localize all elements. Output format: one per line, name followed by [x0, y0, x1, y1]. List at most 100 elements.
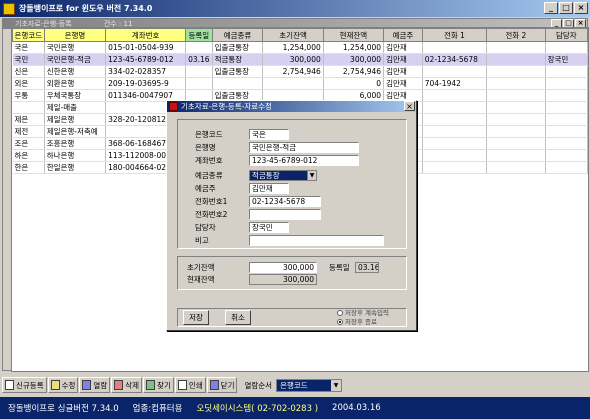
radio-exit-dot [337, 319, 343, 325]
table-cell: 300,000 [323, 53, 385, 66]
edit-dialog: 기초자료-은행-등록-자료수정 × 은행코드 국은 은행명 국민은행-적금 계좌… [166, 100, 417, 331]
table-cell: 209-19-03695-9 [105, 77, 187, 90]
table-cell: 300,000 [262, 53, 324, 66]
chevron-down-icon[interactable]: ▼ [331, 379, 342, 391]
column-header[interactable]: 전화 1 [421, 28, 488, 42]
delete-button[interactable]: 삭제 [111, 377, 143, 393]
table-cell: 2,754,946 [262, 65, 324, 78]
initial-balance-input[interactable]: 300,000 [249, 262, 317, 273]
table-cell: 하은 [12, 149, 45, 162]
table-cell: 입출금통장 [212, 41, 264, 54]
table-cell [486, 41, 546, 54]
table-cell [422, 101, 488, 114]
table-cell [12, 101, 45, 114]
account-number-input[interactable]: 123-45-6789-012 [249, 155, 359, 166]
radio-continue[interactable]: 저장후 계속입력 [337, 309, 389, 317]
label-phone1: 전화번호1 [195, 197, 228, 206]
window-controls: _ □ × [544, 2, 588, 14]
deposit-type-select[interactable]: 적금통장 ▼ [249, 170, 317, 181]
radio-exit[interactable]: 저장후 종료 [337, 318, 377, 326]
table-cell [486, 125, 546, 138]
door-icon [209, 380, 219, 390]
table-cell [185, 65, 213, 78]
table-cell [212, 77, 264, 90]
table-cell [422, 65, 488, 78]
manager-input[interactable]: 장국민 [249, 222, 289, 233]
sort-order-select[interactable]: 은행코드 ▼ [276, 378, 343, 392]
column-header[interactable]: 예금종류 [211, 28, 264, 42]
bank-code-input[interactable]: 국은 [249, 129, 289, 140]
table-cell [486, 101, 546, 114]
table-cell: 외환은행 [44, 77, 107, 90]
table-cell: 334-02-028357 [105, 65, 187, 78]
phone2-input[interactable] [249, 209, 321, 220]
column-header[interactable]: 초기잔액 [262, 28, 324, 42]
close-window-button-label: 닫기 [220, 380, 235, 390]
find-button[interactable]: 찾기 [143, 377, 174, 393]
table-cell: 1,254,000 [262, 41, 324, 54]
memo-input[interactable] [249, 235, 384, 246]
label-account-number: 계좌번호 [195, 156, 223, 165]
table-cell: 0 [323, 77, 385, 90]
table-row[interactable]: 국민 국민은행-적금 123-45-6789-012 03.16 적금통장 300,000… [12, 53, 588, 66]
table-cell [545, 125, 588, 138]
table-cell [486, 113, 546, 126]
table-cell [422, 161, 488, 174]
table-cell: 조은 [12, 137, 45, 150]
phone1-input[interactable]: 02-1234-5678 [249, 196, 321, 207]
table-cell [545, 77, 588, 90]
status-edition: 장돌뱅이프로 싱글버전 7.34.0 [8, 404, 119, 414]
column-header[interactable]: 예금주 [383, 28, 423, 42]
current-balance-field: 300,000 [249, 274, 317, 285]
table-cell [545, 101, 588, 114]
search-icon [146, 380, 156, 390]
column-header[interactable]: 등록일 [185, 28, 213, 42]
close-window-button[interactable]: 닫기 [206, 377, 238, 393]
close-button[interactable]: × [574, 2, 588, 14]
label-owner: 예금주 [195, 184, 216, 193]
table-cell [422, 137, 488, 150]
table-cell: 02-1234-5678 [422, 53, 488, 66]
label-register-date: 등록일 [329, 263, 350, 272]
status-company: 오딧세이시스템( 02-702-0283 ) [196, 404, 319, 414]
save-button[interactable]: 저장 [183, 310, 209, 325]
table-cell [422, 125, 488, 138]
minimize-button[interactable]: _ [544, 2, 558, 14]
sort-order-value: 은행코드 [280, 380, 308, 390]
column-header[interactable]: 담당자 [544, 28, 588, 42]
view-button[interactable]: 열람 [79, 377, 111, 393]
cancel-button[interactable]: 취소 [225, 310, 251, 325]
table-cell: 김만재 [383, 41, 423, 54]
edit-icon [50, 380, 60, 390]
table-cell: 국민은행 [44, 41, 107, 54]
maximize-button[interactable]: □ [559, 2, 573, 14]
table-cell [185, 77, 213, 90]
column-header[interactable]: 은행명 [43, 28, 107, 42]
owner-input[interactable]: 김만재 [249, 183, 289, 194]
new-button[interactable]: 신규등록 [2, 377, 47, 393]
dialog-close-button[interactable]: × [404, 101, 415, 111]
bank-name-input[interactable]: 국민은행-적금 [249, 142, 359, 153]
printer-icon [177, 380, 187, 390]
delete-button-label: 삭제 [125, 380, 140, 390]
table-cell [486, 149, 546, 162]
chevron-down-icon[interactable]: ▼ [307, 171, 316, 180]
status-bar: 장돌뱅이프로 싱글버전 7.34.0 업종:컴퓨터용 오딧세이시스템( 02-7… [0, 397, 590, 419]
edit-button[interactable]: 수정 [47, 377, 79, 393]
register-date-field: 03.16 [355, 262, 379, 273]
table-cell: 신한은행 [44, 65, 107, 78]
table-cell: 03.16 [185, 53, 213, 66]
table-header-row: 은행코드 은행명 계좌번호 등록일 예금종류 초기잔액 현재잔액 예금주 전화 1 전화 2 담당자 [12, 28, 588, 42]
table-row[interactable]: 신은 신한은행 334-02-028357 입출금통장 2,754,946 2,754,9… [12, 65, 588, 78]
table-row[interactable]: 국은 국민은행 015-01-0504-939 입출금통장 1,254,000 1,254… [12, 41, 588, 54]
column-header[interactable]: 전화 2 [486, 28, 546, 42]
column-header[interactable]: 은행코드 [12, 28, 45, 42]
print-button[interactable]: 인쇄 [174, 377, 206, 393]
new-doc-icon [5, 380, 14, 390]
table-row[interactable]: 외은 외환은행 209-19-03695-9 0 김만재 704-1942 [12, 77, 588, 90]
column-header[interactable]: 현재잔액 [322, 28, 385, 42]
column-header[interactable]: 계좌번호 [105, 28, 187, 42]
label-manager: 담당자 [195, 223, 216, 232]
deposit-type-value: 적금통장 [252, 171, 280, 180]
table-cell: 외은 [12, 77, 45, 90]
